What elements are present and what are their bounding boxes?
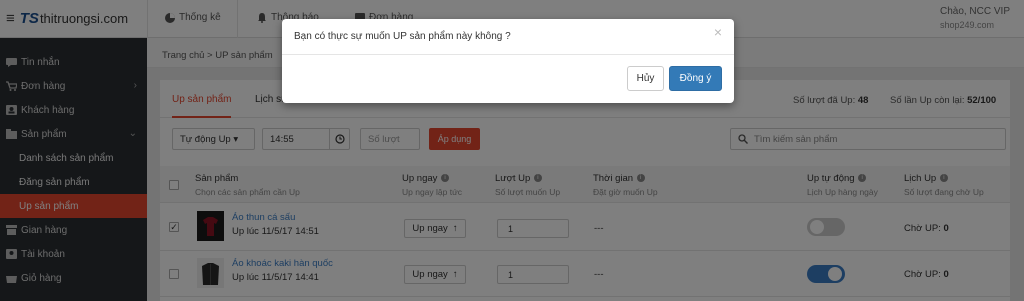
confirm-dialog: Bạn có thực sự muốn UP sản phẩm này khôn…: [282, 19, 734, 103]
cancel-button[interactable]: Hủy: [627, 66, 664, 91]
close-icon[interactable]: ×: [714, 24, 722, 40]
confirm-button[interactable]: Đồng ý: [669, 66, 722, 91]
dialog-header: Bạn có thực sự muốn UP sản phẩm này khôn…: [282, 19, 734, 55]
dialog-message: Bạn có thực sự muốn UP sản phẩm này khôn…: [294, 31, 511, 42]
